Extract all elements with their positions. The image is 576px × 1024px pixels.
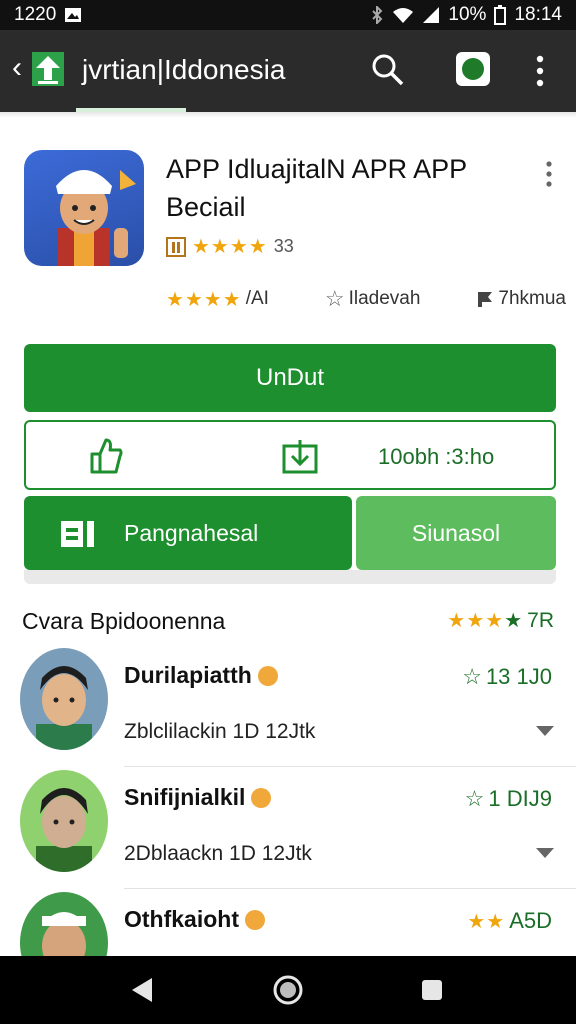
meta-wishlist[interactable]: ☆ Iladevah (325, 286, 421, 312)
bluetooth-icon (372, 6, 383, 24)
status-bar: 1220 10% 18:14 (0, 0, 576, 30)
action-row: 10obh :3:ho (24, 420, 556, 490)
app-bar: ‹ jvrtian|Iddonesia (0, 30, 576, 112)
gallery-notification-icon (65, 8, 82, 22)
reviews-stars: ★★★★ (447, 610, 524, 632)
app-overflow-icon[interactable] (544, 160, 554, 188)
score-star-icon: ☆ (464, 786, 485, 811)
verified-icon (257, 665, 278, 686)
avatar (20, 648, 108, 750)
chevron-down-icon[interactable] (534, 724, 556, 738)
app-rating-line: ★★★★ 33 (166, 234, 294, 259)
battery-icon (494, 5, 507, 25)
reviews-section-rating: ★★★★ 7R (447, 608, 554, 633)
review-date: 2Dblaackn 1D 12Jtk (124, 842, 312, 865)
star-outline-icon: ☆ (324, 286, 345, 311)
more-icon[interactable] (532, 54, 548, 88)
battery-level: 10% (448, 4, 487, 25)
review-item[interactable]: Durilapiatth ☆ 13 1J0 Zblclilackin 1D 12J… (0, 648, 576, 768)
review-divider (124, 766, 576, 767)
verified-icon (245, 909, 265, 930)
appbar-shadow (0, 112, 576, 118)
review-date: Zblclilackin 1D 12Jtk (124, 720, 316, 743)
download-button[interactable]: UnDut (24, 344, 556, 412)
app-title: APP IdluajitalN APR APP Beciail (166, 154, 467, 222)
back-arrow-icon[interactable]: ‹ (12, 52, 22, 84)
review-item[interactable]: Snifijnialkil ☆ 1 DIJ9 2Dblaackn 1D 12Jtk (0, 770, 576, 890)
navigation-bar (0, 956, 576, 1024)
reviewer-name-text: Snifijnialkil (124, 784, 246, 810)
card-shadow (24, 570, 556, 584)
review-score: ☆ 13 1J0 (462, 664, 552, 690)
reviews-section-title: Cvara Bpidoonenna (22, 608, 226, 634)
wifi-icon (393, 8, 414, 23)
verified-icon (251, 787, 272, 808)
meta-rating-stars: ★★★★ (166, 288, 242, 311)
meta-rating: ★★★★/AI (166, 287, 269, 312)
reviewer-name: Othfkaioht (124, 906, 265, 933)
reviewer-name: Snifijnialkil (124, 784, 272, 811)
status-time-left: 1220 (14, 4, 57, 25)
review-score: ★★ A5D (467, 908, 552, 934)
reviewer-name-text: Othfkaioht (124, 906, 239, 932)
review-score: ☆ 1 DIJ9 (465, 786, 552, 812)
chevron-down-icon[interactable] (534, 846, 556, 860)
reviewer-name-text: Durilapiatth (124, 662, 252, 688)
install-button[interactable]: Pangnahesal (24, 496, 352, 570)
nav-back-icon[interactable] (130, 976, 154, 1004)
account-icon[interactable] (456, 52, 490, 86)
like-icon[interactable] (88, 436, 124, 476)
meta-rating-text: /AI (245, 288, 269, 309)
size-text: 10obh :3:ho (378, 444, 495, 469)
app-meta-row: ★★★★/AI ☆ Iladevah 7hkmua (166, 286, 566, 312)
nav-home-icon[interactable] (272, 974, 304, 1006)
score-star-icon: ★★ (467, 910, 506, 933)
dislike-icon[interactable] (280, 436, 320, 476)
share-button[interactable]: Siunasol (356, 496, 556, 570)
search-icon[interactable] (370, 52, 406, 88)
review-score-text: 13 1J0 (485, 664, 552, 689)
score-star-icon: ☆ (462, 664, 482, 689)
review-score-text: 1 DIJ9 (488, 786, 552, 811)
app-icon (24, 150, 144, 266)
status-time-right: 18:14 (514, 4, 562, 25)
meta-wishlist-label: Iladevah (348, 288, 421, 309)
install-icon (61, 521, 94, 547)
reviewer-name: Durilapiatth (124, 662, 278, 689)
nav-recent-icon[interactable] (422, 980, 442, 1000)
store-logo-icon (32, 52, 64, 86)
meta-reviews-label: 7hkmua (498, 288, 566, 309)
meta-reviews[interactable]: 7hkmua (476, 288, 566, 310)
signal-icon (423, 7, 440, 23)
app-rating-stars: ★★★★ (192, 236, 268, 258)
avatar (20, 770, 108, 872)
reviews-rating-value: 7R (527, 608, 554, 632)
review-divider (124, 888, 576, 889)
app-bar-title: jvrtian|Iddonesia (82, 54, 286, 85)
developer-badge-icon (166, 236, 186, 257)
flag-icon (478, 292, 493, 307)
install-label: Pangnahesal (124, 520, 259, 546)
review-score-text: A5D (509, 908, 552, 933)
app-rating-count: 33 (273, 236, 294, 256)
